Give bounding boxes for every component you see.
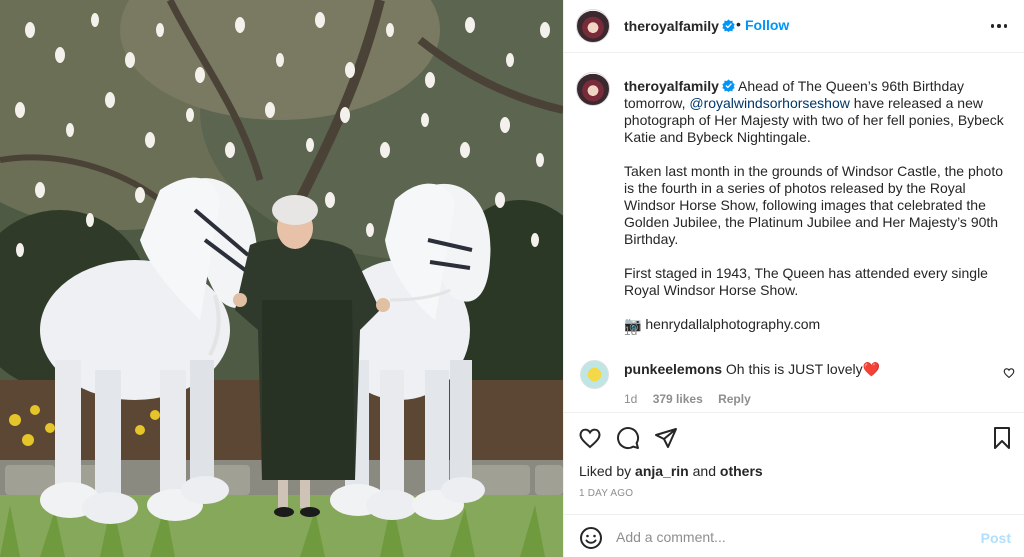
- post-header: theroyalfamily • Follow: [564, 0, 1024, 53]
- queen-with-ponies-image: [0, 0, 563, 557]
- commenter-avatar[interactable]: [580, 360, 609, 389]
- post-comment-button[interactable]: Post: [981, 530, 1011, 546]
- add-comment-input[interactable]: [616, 526, 956, 548]
- verified-badge-icon: [722, 79, 735, 92]
- separator-dot: •: [736, 16, 741, 32]
- post-caption: theroyalfamily Ahead of The Queen’s 96th…: [624, 78, 1014, 350]
- caption-paragraph-1: theroyalfamily Ahead of The Queen’s 96th…: [624, 78, 1014, 146]
- caption-username[interactable]: theroyalfamily: [624, 78, 719, 94]
- comments-scroll-area[interactable]: theroyalfamily Ahead of The Queen’s 96th…: [564, 54, 1024, 413]
- follow-button[interactable]: Follow: [745, 17, 789, 33]
- caption-timestamp[interactable]: 1d: [624, 324, 637, 338]
- liked-by-summary: Liked by anja_rin and others: [579, 463, 763, 479]
- caption-photo-credit: 📷 henrydallalphotography.com: [624, 316, 821, 332]
- verified-badge-icon: [722, 19, 735, 32]
- caption-author-avatar[interactable]: [576, 72, 610, 106]
- author-username[interactable]: theroyalfamily: [624, 18, 735, 34]
- post-photo[interactable]: [0, 0, 563, 557]
- like-heart-icon[interactable]: [578, 426, 602, 450]
- liked-by-middle: and: [688, 463, 720, 479]
- comment-meta: 1d 379 likes Reply: [624, 392, 763, 406]
- author-username-text[interactable]: theroyalfamily: [624, 18, 719, 34]
- liked-by-prefix: Liked by: [579, 463, 636, 479]
- post-action-bar: [564, 414, 1024, 458]
- commenter-username[interactable]: punkeelemons: [624, 361, 722, 377]
- post-details-panel: theroyalfamily • Follow theroyalfamily A…: [563, 0, 1024, 557]
- more-horizontal-icon[interactable]: [987, 14, 1011, 38]
- add-comment-bar: Post: [564, 514, 1024, 557]
- comment-text: Oh this is JUST lovely: [722, 361, 863, 377]
- comment-bubble-icon[interactable]: [616, 426, 640, 450]
- save-bookmark-icon[interactable]: [990, 426, 1014, 450]
- comment-likes-count[interactable]: 379 likes: [653, 392, 703, 406]
- liked-by-user[interactable]: anja_rin: [635, 463, 689, 479]
- comment-like-heart-icon[interactable]: [1003, 367, 1015, 379]
- caption-mention-link[interactable]: @royalwindsorhorseshow: [689, 95, 850, 111]
- share-paper-plane-icon[interactable]: [654, 426, 678, 450]
- comment-time[interactable]: 1d: [624, 392, 637, 406]
- author-avatar[interactable]: [576, 9, 610, 43]
- emoji-smiley-icon[interactable]: [579, 526, 603, 550]
- post-time-ago[interactable]: 1 DAY AGO: [579, 488, 633, 499]
- caption-paragraph-2: Taken last month in the grounds of Winds…: [624, 163, 1003, 247]
- heart-emoji: ❤️: [862, 361, 881, 377]
- liked-by-others[interactable]: others: [720, 463, 763, 479]
- comment-reply-button[interactable]: Reply: [718, 392, 751, 406]
- caption-paragraph-3: First staged in 1943, The Queen has atte…: [624, 265, 988, 298]
- comment-body: punkeelemons Oh this is JUST lovely❤️: [624, 361, 880, 378]
